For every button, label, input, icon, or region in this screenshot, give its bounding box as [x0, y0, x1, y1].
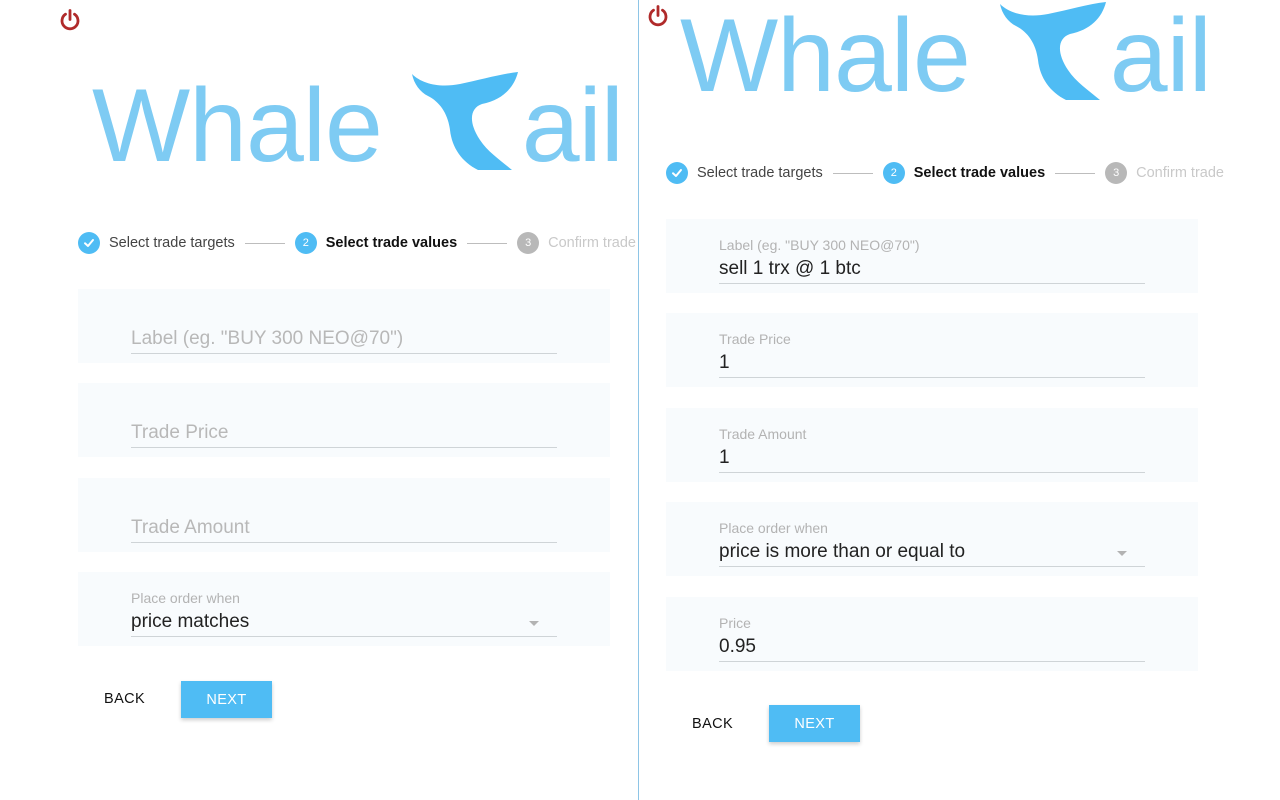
chevron-down-icon — [529, 621, 539, 626]
label-field-card: Label (eg. "BUY 300 NEO@70") — [78, 289, 610, 363]
power-icon[interactable] — [646, 4, 670, 28]
whale-tail-icon — [411, 72, 518, 170]
trade-price-value: 1 — [719, 352, 730, 373]
label-input[interactable]: Label (eg. "BUY 300 NEO@70") sell 1 trx … — [719, 235, 1145, 284]
place-order-value: price is more than or equal to — [719, 541, 966, 562]
step-label: Select trade targets — [697, 165, 823, 181]
stepper: Select trade targets 2 Select trade valu… — [78, 231, 636, 255]
step-number: 3 — [1105, 162, 1128, 184]
step-label: Select trade targets — [109, 235, 235, 251]
step-confirm-trade[interactable]: 3 Confirm trade — [517, 232, 636, 254]
logo-word-ail: ail — [521, 68, 624, 184]
trade-amount-label: Trade Amount — [719, 426, 807, 442]
step-select-trade-values[interactable]: 2 Select trade values — [294, 232, 458, 254]
power-icon[interactable] — [58, 8, 82, 32]
whale-tail-icon — [999, 2, 1106, 100]
trade-price-field-card: Trade Price — [78, 383, 610, 457]
label-value: sell 1 trx @ 1 btc — [719, 258, 861, 279]
label-input[interactable]: Label (eg. "BUY 300 NEO@70") — [131, 325, 557, 354]
trade-amount-input[interactable]: Trade Amount — [131, 514, 557, 543]
step-select-trade-targets[interactable]: Select trade targets — [78, 232, 235, 254]
trade-amount-field-card: Trade Amount — [78, 478, 610, 552]
label-field-label: Label (eg. "BUY 300 NEO@70") — [719, 237, 920, 253]
trade-price-field-card: Trade Price 1 — [666, 313, 1198, 387]
whale-tail-logo: Whale ail — [680, 0, 1212, 114]
desktop-background — [1240, 0, 1280, 800]
chevron-down-icon — [1117, 551, 1127, 556]
step-connector — [467, 242, 508, 244]
step-label: Confirm trade — [548, 235, 636, 251]
place-order-value: price matches — [131, 611, 250, 632]
step-select-trade-values[interactable]: 2 Select trade values — [882, 162, 1046, 184]
logo-word-whale: Whale — [680, 0, 971, 114]
step-label: Select trade values — [325, 235, 458, 251]
next-button[interactable]: NEXT — [181, 681, 272, 718]
trade-price-label: Trade Price — [719, 331, 791, 347]
step-confirm-trade[interactable]: 3 Confirm trade — [1105, 162, 1224, 184]
step-number: 2 — [294, 232, 317, 254]
step-label: Confirm trade — [1136, 165, 1224, 181]
checkmark-icon — [666, 162, 688, 184]
step-connector — [832, 172, 873, 174]
place-order-field-card: Place order when price matches — [78, 572, 610, 646]
trade-amount-input[interactable]: Trade Amount 1 — [719, 424, 1145, 473]
place-order-field-card: Place order when price is more than or e… — [666, 502, 1198, 576]
checkmark-icon — [78, 232, 100, 254]
label-placeholder: Label (eg. "BUY 300 NEO@70") — [131, 328, 404, 349]
window-divider — [638, 0, 639, 800]
logo-word-ail: ail — [1109, 0, 1212, 114]
back-button[interactable]: BACK — [104, 691, 145, 707]
step-label: Select trade values — [913, 165, 1046, 181]
price-input[interactable]: Price 0.95 — [719, 613, 1145, 662]
back-button[interactable]: BACK — [692, 716, 733, 732]
stepper: Select trade targets 2 Select trade valu… — [666, 161, 1224, 185]
price-label: Price — [719, 615, 751, 631]
step-select-trade-targets[interactable]: Select trade targets — [666, 162, 823, 184]
trade-amount-field-card: Trade Amount 1 — [666, 408, 1198, 482]
next-button[interactable]: NEXT — [769, 705, 860, 742]
place-order-label: Place order when — [719, 520, 828, 536]
place-order-select[interactable]: Place order when price matches — [131, 588, 557, 637]
logo-word-whale: Whale — [92, 68, 383, 184]
price-field-card: Price 0.95 — [666, 597, 1198, 671]
trade-amount-placeholder: Trade Amount — [131, 517, 250, 538]
whale-tail-logo: Whale ail — [92, 68, 624, 184]
step-number: 3 — [517, 232, 540, 254]
place-order-label: Place order when — [131, 590, 240, 606]
trade-price-placeholder: Trade Price — [131, 422, 229, 443]
trade-price-input[interactable]: Trade Price — [131, 419, 557, 448]
step-connector — [1055, 172, 1096, 174]
step-connector — [244, 242, 285, 244]
right-window: Whale ail Select trade targets 2 Select … — [640, 0, 1240, 800]
label-field-card: Label (eg. "BUY 300 NEO@70") sell 1 trx … — [666, 219, 1198, 293]
trade-amount-value: 1 — [719, 447, 730, 468]
price-value: 0.95 — [719, 636, 756, 657]
place-order-select[interactable]: Place order when price is more than or e… — [719, 518, 1145, 567]
left-window: Whale ail Select trade targets 2 Select … — [0, 0, 638, 800]
trade-price-input[interactable]: Trade Price 1 — [719, 329, 1145, 378]
step-number: 2 — [882, 162, 905, 184]
